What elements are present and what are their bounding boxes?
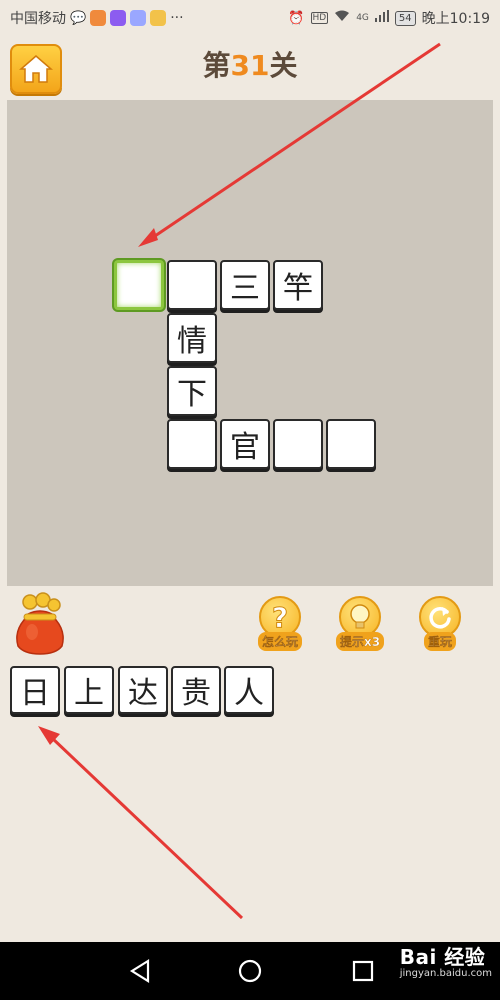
level-title: 第31关 xyxy=(150,46,350,86)
grid-cell[interactable]: 下 xyxy=(167,366,217,416)
grid-cell-selected[interactable] xyxy=(114,260,164,310)
clock: 晚上10:19 xyxy=(421,11,490,27)
how-to-play-label: 怎么玩 xyxy=(257,632,302,651)
grid-cell[interactable]: 情 xyxy=(167,313,217,363)
home-button[interactable] xyxy=(10,44,62,94)
arrow-to-first-tile xyxy=(38,726,244,920)
recents-button[interactable] xyxy=(348,956,378,986)
grid-cell[interactable] xyxy=(326,419,376,469)
grid-cell[interactable]: 三 xyxy=(220,260,270,310)
status-bar: 中国移动 💬 ··· ⏰ HD 4G 54 晚上10:19 xyxy=(0,0,500,36)
replay-label: 重玩 xyxy=(423,632,456,651)
baidu-watermark: Bai 经验 jingyan.baidu.com xyxy=(400,946,492,979)
signal-icon xyxy=(374,10,389,26)
grid-cell[interactable]: 官 xyxy=(220,419,270,469)
home-circle-icon xyxy=(238,959,262,983)
lucky-bag-icon xyxy=(16,592,64,655)
replay-button[interactable]: 重玩 xyxy=(412,596,468,654)
svg-text:?: ? xyxy=(272,602,288,632)
hint-button[interactable]: 提示x3 xyxy=(332,596,388,654)
candidate-tile[interactable]: 上 xyxy=(64,666,114,714)
lucky-bag-button[interactable] xyxy=(10,592,70,656)
app-icon-purple xyxy=(110,10,127,26)
grid-cell[interactable] xyxy=(167,260,217,310)
grid-cell[interactable] xyxy=(273,419,323,469)
candidate-tile[interactable]: 日 xyxy=(10,666,60,714)
recents-square-icon xyxy=(352,960,374,982)
battery-indicator: 54 xyxy=(394,10,416,26)
more-notifications: ··· xyxy=(170,10,184,26)
level-number: 31 xyxy=(230,49,270,82)
home-icon xyxy=(19,55,53,83)
hd-icon: HD xyxy=(310,12,329,24)
home-nav-button[interactable] xyxy=(235,956,265,986)
watermark-sub: jingyan.baidu.com xyxy=(399,968,492,979)
how-to-play-button[interactable]: ? 怎么玩 xyxy=(252,596,308,654)
puzzle-board: 三 竿 情 下 官 xyxy=(7,100,493,586)
app-icon-music xyxy=(130,10,147,26)
level-title-prefix: 第 xyxy=(202,49,231,82)
wifi-icon xyxy=(334,10,350,26)
candidate-tile[interactable]: 贵 xyxy=(171,666,221,714)
back-triangle-icon xyxy=(129,959,150,983)
wechat-icon: 💬 xyxy=(70,10,87,26)
app-icon-orange xyxy=(90,10,107,26)
network-type: 4G xyxy=(356,13,369,23)
alarm-icon: ⏰ xyxy=(288,10,305,26)
candidate-tile[interactable]: 人 xyxy=(224,666,274,714)
candidate-tile[interactable]: 达 xyxy=(118,666,168,714)
level-title-suffix: 关 xyxy=(269,49,298,82)
grid-cell[interactable]: 竿 xyxy=(273,260,323,310)
back-button[interactable] xyxy=(126,956,156,986)
app-icon-game xyxy=(150,10,167,26)
hint-label: 提示x3 xyxy=(335,632,385,651)
carrier-label: 中国移动 xyxy=(10,11,66,27)
grid-cell[interactable] xyxy=(167,419,217,469)
watermark-main: Bai 经验 xyxy=(399,945,486,969)
